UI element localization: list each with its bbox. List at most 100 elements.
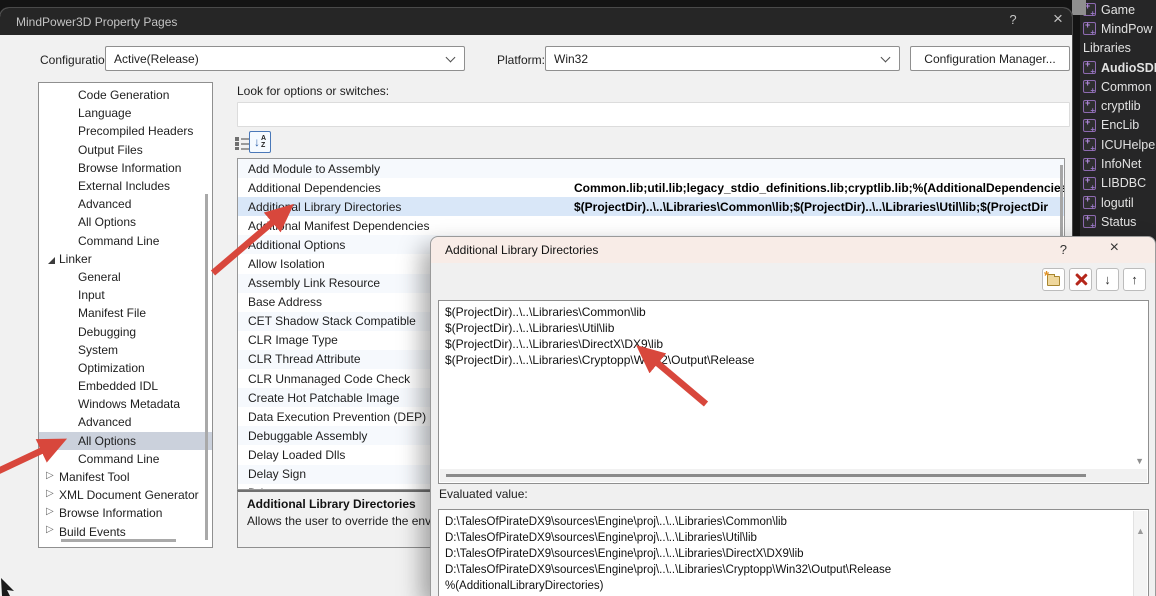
tree-item[interactable]: Embedded IDL xyxy=(39,377,212,395)
directory-entry[interactable]: $(ProjectDir)..\..\Libraries\Util\lib xyxy=(439,320,1148,336)
configuration-manager-button[interactable]: Configuration Manager... xyxy=(910,46,1070,71)
solution-explorer-item[interactable]: AudioSDL xyxy=(1080,58,1156,77)
dialog-title-bar[interactable]: MindPower3D Property Pages ? × xyxy=(0,8,1072,35)
tree-expander-icon[interactable] xyxy=(64,199,75,210)
scroll-down-icon[interactable]: ▼ xyxy=(1135,456,1144,466)
tree-expander-icon[interactable] xyxy=(45,490,56,501)
scroll-up-icon[interactable]: ▲ xyxy=(1136,526,1145,536)
property-value[interactable]: $(ProjectDir)..\..\Libraries\Common\lib;… xyxy=(574,200,1064,214)
tree-expander-icon[interactable] xyxy=(64,162,75,173)
evaluated-vertical-scrollbar[interactable]: ▲ xyxy=(1133,511,1147,596)
search-input[interactable] xyxy=(237,102,1070,127)
tree-item[interactable]: Input xyxy=(39,286,212,304)
scrollbar-thumb[interactable] xyxy=(446,474,1086,477)
popup-close-icon[interactable]: × xyxy=(1110,239,1119,257)
solution-explorer-item[interactable]: cryptlib xyxy=(1080,96,1156,115)
solution-explorer-item[interactable]: ICUHelpe xyxy=(1080,135,1156,154)
tree-item[interactable]: All Options xyxy=(39,432,212,450)
tree-item[interactable]: Manifest Tool xyxy=(39,468,212,486)
tree-expander-icon[interactable] xyxy=(64,435,75,446)
tree-expander-icon[interactable] xyxy=(64,326,75,337)
solution-explorer-item[interactable]: Game xyxy=(1080,0,1156,19)
tree-expander-icon[interactable] xyxy=(64,399,75,410)
directories-list[interactable]: $(ProjectDir)..\..\Libraries\Common\lib$… xyxy=(438,300,1149,484)
tree-expander-icon[interactable] xyxy=(45,508,56,519)
directory-entry[interactable]: $(ProjectDir)..\..\Libraries\Cryptopp\Wi… xyxy=(439,352,1148,368)
tree-item[interactable]: System xyxy=(39,341,212,359)
tree-expander-icon[interactable] xyxy=(64,108,75,119)
property-value[interactable]: Common.lib;util.lib;legacy_stdio_definit… xyxy=(574,181,1064,195)
chevron-down-icon xyxy=(446,52,456,62)
property-grid-row[interactable]: Additional Manifest Dependencies xyxy=(238,216,1064,235)
tree-expander-icon[interactable] xyxy=(64,290,75,301)
new-line-button[interactable]: * xyxy=(1042,268,1065,291)
tree-expander-icon[interactable] xyxy=(64,217,75,228)
tree-expander-icon[interactable] xyxy=(64,362,75,373)
tree-item[interactable]: Linker xyxy=(39,250,212,268)
solution-explorer-item[interactable]: Common xyxy=(1080,77,1156,96)
tree-item[interactable]: Output Files xyxy=(39,141,212,159)
tree-item[interactable]: Language xyxy=(39,104,212,122)
solution-explorer-item[interactable]: Status xyxy=(1080,212,1156,231)
directory-entry[interactable]: $(ProjectDir)..\..\Libraries\Common\lib xyxy=(439,304,1148,320)
solution-explorer-item[interactable]: LIBDBC xyxy=(1080,174,1156,193)
solution-explorer-item[interactable]: InfoNet xyxy=(1080,154,1156,173)
tree-item[interactable]: Build Events xyxy=(39,523,212,541)
tree-horizontal-scrollbar[interactable] xyxy=(61,539,176,542)
directory-entry[interactable]: $(ProjectDir)..\..\Libraries\DirectX\DX9… xyxy=(439,336,1148,352)
tree-expander-icon[interactable] xyxy=(64,308,75,319)
tree-expander-icon[interactable] xyxy=(45,472,56,483)
evaluated-line: D:\TalesOfPirateDX9\sources\Engine\proj\… xyxy=(439,562,1148,578)
tree-expander-icon[interactable] xyxy=(64,126,75,137)
tree-item[interactable]: Precompiled Headers xyxy=(39,122,212,140)
tree-item[interactable]: Windows Metadata xyxy=(39,395,212,413)
tree-item[interactable]: Advanced xyxy=(39,195,212,213)
tree-item[interactable]: Debugging xyxy=(39,322,212,340)
sort-alphabetical-button[interactable]: ↓ A Z xyxy=(249,131,271,153)
popup-title-bar[interactable]: Additional Library Directories ? × xyxy=(431,237,1155,263)
configuration-dropdown[interactable]: Active(Release) xyxy=(105,46,465,71)
tree-item[interactable]: Browse Information xyxy=(39,159,212,177)
move-down-button[interactable]: ↓ xyxy=(1096,268,1119,291)
solution-explorer-item[interactable]: MindPow xyxy=(1080,19,1156,38)
delete-line-button[interactable] xyxy=(1069,268,1092,291)
property-grid-row[interactable]: Additional Library Directories $(Project… xyxy=(238,197,1064,216)
tree-item[interactable]: All Options xyxy=(39,213,212,231)
tree-expander-icon[interactable] xyxy=(64,344,75,355)
tree-expander-icon[interactable] xyxy=(64,381,75,392)
tree-expander-icon[interactable] xyxy=(64,453,75,464)
tree-item[interactable]: Code Generation xyxy=(39,86,212,104)
delete-icon xyxy=(1074,273,1087,286)
move-up-button[interactable]: ↑ xyxy=(1123,268,1146,291)
tree-item[interactable]: Advanced xyxy=(39,413,212,431)
solution-explorer-item[interactable]: Libraries xyxy=(1080,39,1156,58)
property-grid-row[interactable]: Additional Dependencies Common.lib;util.… xyxy=(238,178,1064,197)
platform-dropdown[interactable]: Win32 xyxy=(545,46,900,71)
list-horizontal-scrollbar[interactable] xyxy=(440,469,1147,482)
tree-item[interactable]: Manifest File xyxy=(39,304,212,322)
tree-item[interactable]: XML Document Generator xyxy=(39,486,212,504)
tree-item[interactable]: Browse Information xyxy=(39,504,212,522)
tree-expander-icon[interactable] xyxy=(64,417,75,428)
tree-item[interactable]: External Includes xyxy=(39,177,212,195)
tree-expander-icon[interactable] xyxy=(64,181,75,192)
property-grid-row[interactable]: Add Module to Assembly xyxy=(238,159,1064,178)
solution-explorer-item[interactable]: logutil xyxy=(1080,193,1156,212)
tree-expander-icon[interactable] xyxy=(64,235,75,246)
tree-expander-icon[interactable] xyxy=(64,90,75,101)
tree-expander-icon[interactable] xyxy=(45,253,56,264)
tree-expander-icon[interactable] xyxy=(64,271,75,282)
sort-arrow-icon: ↓ xyxy=(254,135,260,149)
help-icon[interactable]: ? xyxy=(1004,12,1022,27)
tree-item[interactable]: Optimization xyxy=(39,359,212,377)
tree-item[interactable]: Command Line xyxy=(39,450,212,468)
tree-item[interactable]: General xyxy=(39,268,212,286)
tree-vertical-scrollbar[interactable] xyxy=(205,194,208,540)
solution-explorer-item[interactable]: EncLib xyxy=(1080,116,1156,135)
tree-expander-icon[interactable] xyxy=(45,526,56,537)
tree-expander-icon[interactable] xyxy=(64,144,75,155)
close-icon[interactable]: × xyxy=(1048,9,1068,29)
tree-item[interactable]: Command Line xyxy=(39,232,212,250)
popup-help-icon[interactable]: ? xyxy=(1060,242,1067,257)
evaluated-value-box[interactable]: D:\TalesOfPirateDX9\sources\Engine\proj\… xyxy=(438,509,1149,596)
